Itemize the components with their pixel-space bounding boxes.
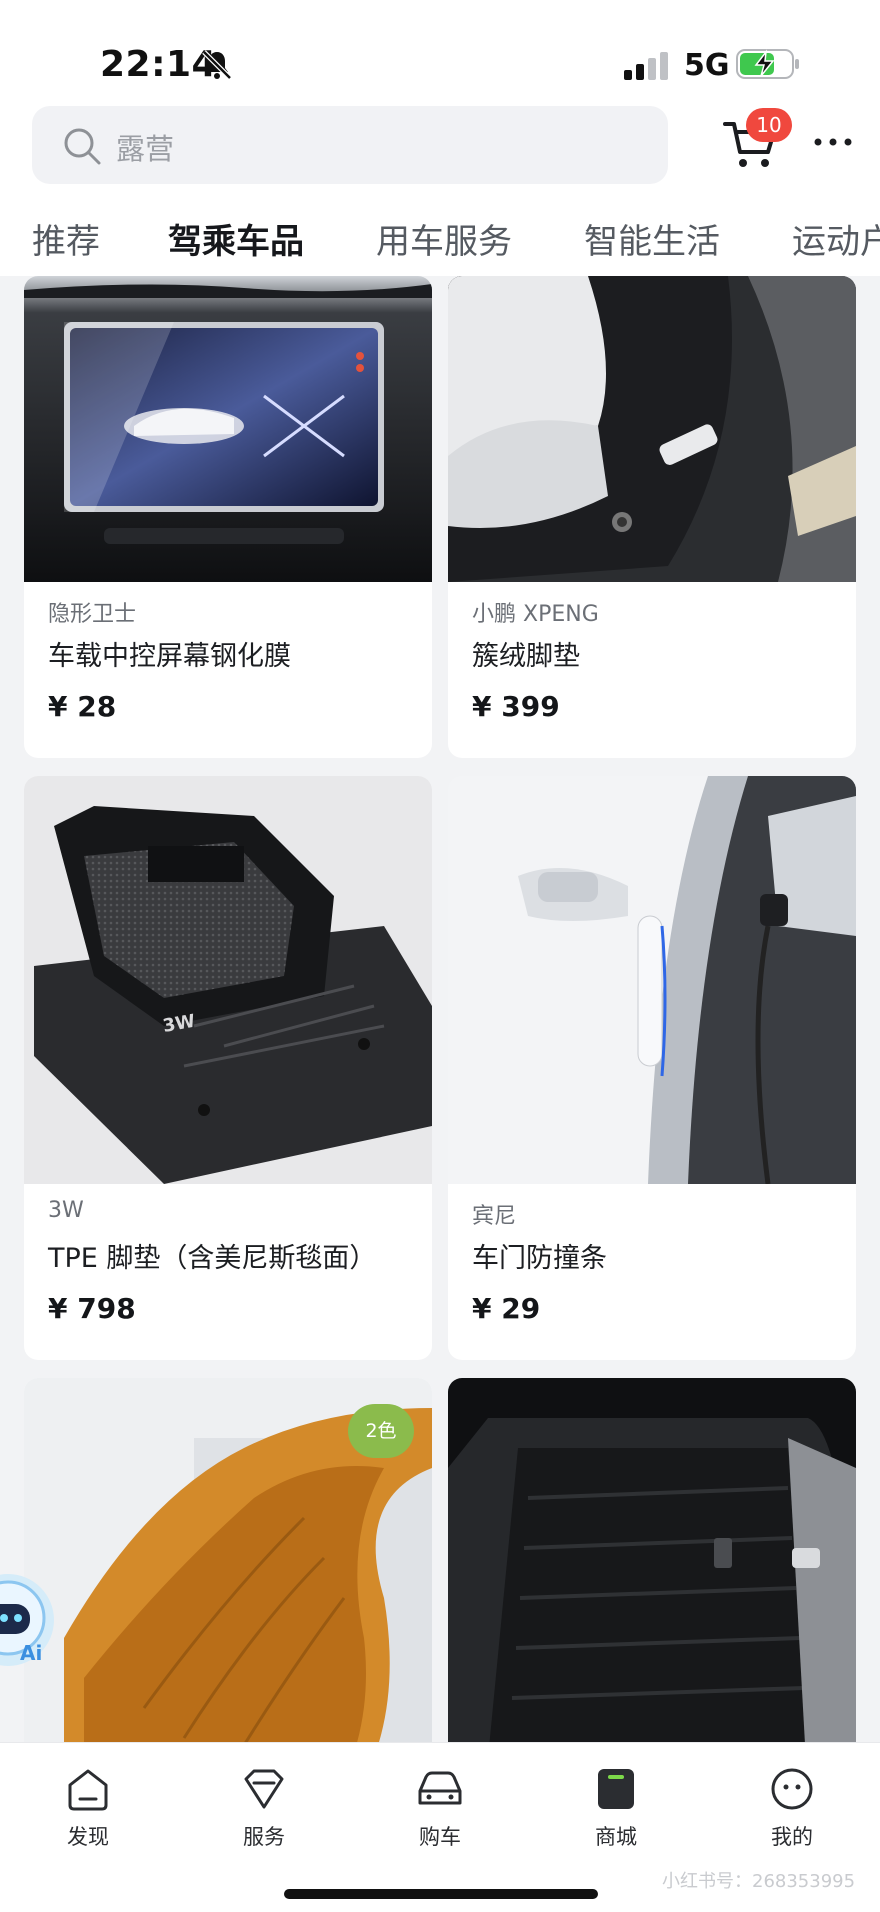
product-card[interactable]: 小鹏 XPENG 簇绒脚垫 ¥ 399 [448,276,856,758]
bell-slash-icon [202,50,232,80]
product-grid: 隐形卫士 车载中控屏幕钢化膜 ¥ 28 小鹏 XPENG 簇绒脚垫 ¥ 399 [0,276,880,1742]
more-icon[interactable] [812,120,854,164]
product-brand: 3W [48,1198,84,1223]
battery-charging-icon [736,49,799,79]
product-title: 车载中控屏幕钢化膜 [48,641,291,672]
product-title: 车门防撞条 [472,1243,607,1274]
search-placeholder: 露营 [116,132,175,166]
watermark: 小红书号：268353995 [662,1871,856,1892]
product-image [24,276,432,582]
signal-icon [624,52,668,80]
ai-assistant-icon[interactable]: Ai [0,1570,60,1680]
product-title: 簇绒脚垫 [472,641,580,672]
nav-discover[interactable]: 发现 [38,1765,138,1855]
tab-smart-life[interactable]: 智能生活 [584,214,720,263]
home-indicator [284,1889,598,1899]
service-icon [244,1769,284,1809]
svg-text:Ai: Ai [20,1641,42,1665]
product-price: ¥ 798 [48,1292,136,1325]
top-header: 22:14 5G 露营 10 推荐 驾乘车品 用车服务 智能生活 运动户 [0,0,880,276]
nav-store[interactable]: 商城 [566,1765,666,1855]
nav-label: 商城 [595,1825,637,1849]
nav-label: 购车 [419,1825,461,1849]
car-icon [418,1771,462,1805]
product-price: ¥ 28 [48,690,117,723]
cart-badge: 10 [746,108,792,142]
profile-icon [771,1768,813,1810]
product-card[interactable]: 宾尼 车门防撞条 ¥ 29 [448,776,856,1360]
nav-profile[interactable]: 我的 [742,1765,842,1855]
nav-label: 我的 [771,1825,813,1849]
network-type: 5G [684,48,730,83]
product-title: TPE 脚垫（含美尼斯毯面） [48,1243,377,1274]
tab-recommend[interactable]: 推荐 [32,214,100,263]
product-price: ¥ 399 [472,690,560,723]
nav-label: 服务 [243,1825,285,1849]
nav-label: 发现 [67,1825,109,1849]
product-image: 3W [24,776,432,1184]
tab-car-services[interactable]: 用车服务 [376,214,512,263]
store-icon [598,1769,634,1809]
product-price: ¥ 29 [472,1292,541,1325]
bottom-nav: 发现 服务 购车 商城 我的 小红书号：268353995 [0,1742,880,1912]
tab-sports-outdoor[interactable]: 运动户 [792,214,880,263]
status-bar: 22:14 5G [0,0,880,100]
color-count-badge: 2色 [348,1404,414,1458]
product-image [448,276,856,582]
product-brand: 小鹏 XPENG [472,602,599,627]
nav-service[interactable]: 服务 [214,1765,314,1855]
discover-icon [68,1769,108,1811]
search-input[interactable]: 露营 [32,106,668,184]
product-card[interactable]: 隐形卫士 车载中控屏幕钢化膜 ¥ 28 [24,276,432,758]
product-brand: 隐形卫士 [48,602,137,627]
nav-buy-car[interactable]: 购车 [390,1765,490,1855]
product-card[interactable]: 3W 3W TPE 脚垫（含美尼斯毯面） ¥ 798 [24,776,432,1360]
search-icon [64,128,101,165]
tab-driving-products[interactable]: 驾乘车品 [168,214,304,263]
product-image [448,1378,856,1742]
product-image [448,776,856,1184]
product-brand: 宾尼 [472,1204,517,1229]
product-card[interactable] [448,1378,856,1742]
category-tabs: 推荐 驾乘车品 用车服务 智能生活 运动户 [0,204,880,274]
